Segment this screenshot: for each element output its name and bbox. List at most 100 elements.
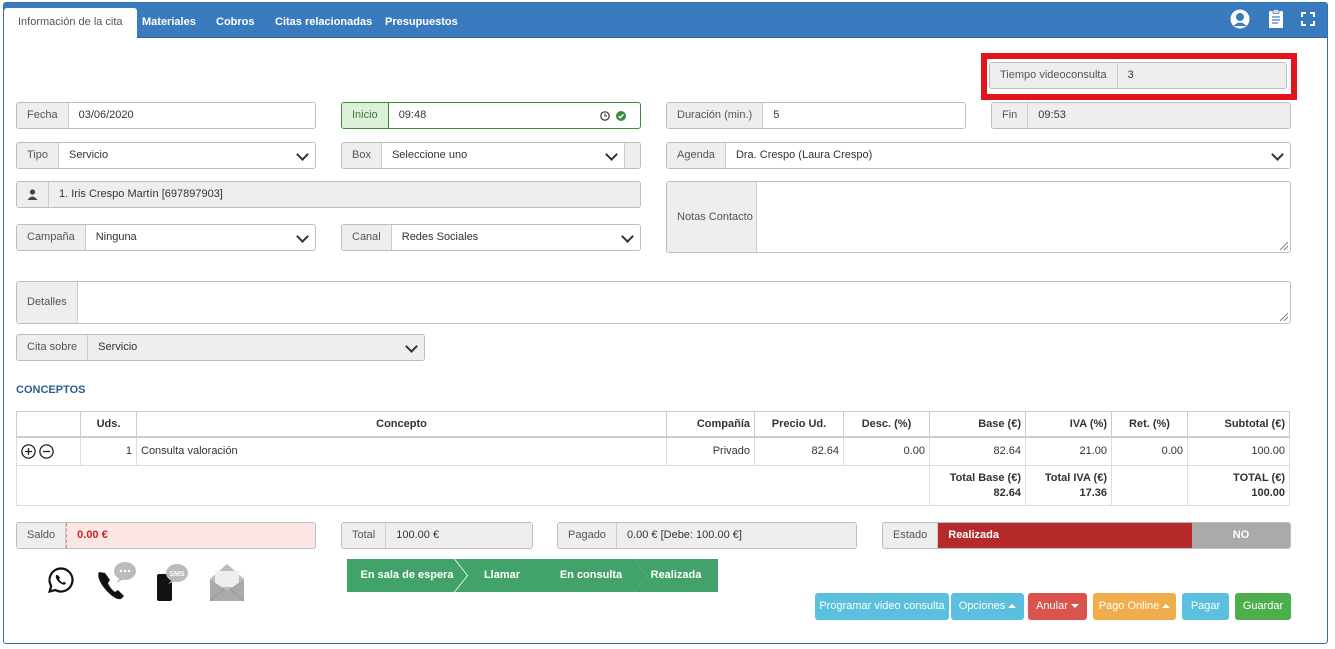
paciente-addon — [17, 182, 49, 207]
tipo-label: Tipo — [17, 143, 59, 168]
whatsapp-icon[interactable] — [47, 566, 75, 594]
anular-button[interactable]: Anular — [1028, 593, 1087, 620]
sms-icon[interactable]: SMS — [154, 562, 190, 602]
tab-materiales[interactable]: Materiales — [128, 8, 210, 38]
estado-field[interactable]: Estado Realizada NO PRESENTADO — [882, 522, 1291, 549]
pagado-field: Pagado 0.00 € [Debe: 100.00 €] — [557, 522, 857, 549]
programar-videoconsulta-button[interactable]: Programar video consulta — [815, 593, 949, 620]
saldo-value: 0.00 € — [66, 523, 315, 548]
col-concepto: Concepto — [136, 411, 667, 438]
totals-row: Total Base (€) 82.64 Total IVA (€) 17.36… — [16, 465, 1290, 506]
agenda-value[interactable]: Dra. Crespo (Laura Crespo) — [725, 143, 1290, 168]
cell-base: 82.64 — [929, 436, 1026, 466]
total-base: Total Base (€) 82.64 — [929, 465, 1026, 506]
opciones-button[interactable]: Opciones — [951, 593, 1024, 620]
fullscreen-icon[interactable] — [1300, 11, 1316, 27]
estado-label: Estado — [883, 523, 939, 548]
campana-select[interactable]: Campaña Ninguna — [16, 224, 316, 251]
col-subtotal: Subtotal (€) — [1187, 411, 1290, 438]
campana-value[interactable]: Ninguna — [85, 225, 315, 250]
col-base: Base (€) — [929, 411, 1026, 438]
total-iva: Total IVA (€) 17.36 — [1025, 465, 1112, 506]
canal-value[interactable]: Redes Sociales — [391, 225, 640, 250]
phone-call-icon[interactable] — [94, 560, 138, 602]
box-addon — [623, 143, 640, 168]
cita-sobre-value[interactable]: Servicio — [88, 335, 424, 360]
fin-value: 09:53 — [1028, 103, 1290, 128]
step-llamar[interactable]: Llamar — [455, 559, 549, 592]
saldo-field: Saldo 0.00 € — [16, 522, 316, 549]
caret-up-icon — [1162, 604, 1171, 609]
col-iva: IVA (%) — [1025, 411, 1112, 438]
tab-bar: Información de la cita Materiales Cobros… — [4, 3, 1327, 38]
cell-uds[interactable]: 1 — [80, 436, 137, 466]
duracion-input[interactable]: 5 — [763, 103, 965, 128]
pago-online-button[interactable]: Pago Online — [1093, 593, 1176, 620]
svg-text:SMS: SMS — [169, 571, 185, 578]
cell-precio[interactable]: 82.64 — [754, 436, 844, 466]
caret-up-icon — [1008, 604, 1017, 609]
add-row-icon[interactable] — [21, 444, 36, 459]
fin-field: Fin 09:53 — [991, 102, 1291, 129]
clock-icon[interactable] — [600, 111, 610, 121]
col-desc: Desc. (%) — [843, 411, 930, 438]
email-icon[interactable] — [207, 561, 247, 603]
user-avatar-icon[interactable] — [1230, 9, 1250, 29]
highlight-box — [981, 53, 1297, 100]
fecha-field[interactable]: Fecha 03/06/2020 — [16, 102, 316, 129]
pagar-button[interactable]: Pagar — [1182, 593, 1229, 620]
col-uds: Uds. — [80, 411, 137, 438]
paciente-field[interactable]: 1. Iris Crespo Martín [697897903] — [16, 181, 641, 208]
cell-subtotal: 100.00 — [1187, 436, 1290, 466]
tipo-value[interactable]: Servicio — [59, 143, 315, 168]
cell-iva[interactable]: 21.00 — [1025, 436, 1112, 466]
notas-contacto-label: Notas Contacto — [667, 182, 757, 252]
guardar-button[interactable]: Guardar — [1235, 593, 1291, 620]
conceptos-table: Uds. Concepto Compañía Precio Ud. Desc. … — [16, 411, 1290, 506]
step-sala-espera[interactable]: En sala de espera — [347, 559, 467, 592]
tab-informacion[interactable]: Información de la cita — [4, 8, 137, 38]
inicio-field[interactable]: Inicio 09:48 — [341, 102, 641, 129]
detalles-input[interactable] — [77, 282, 1290, 323]
col-ret: Ret. (%) — [1111, 411, 1188, 438]
campana-label: Campaña — [17, 225, 86, 250]
tab-citas-relacionadas[interactable]: Citas relacionadas — [261, 8, 386, 38]
remove-row-icon[interactable] — [39, 444, 54, 459]
agenda-select[interactable]: Agenda Dra. Crespo (Laura Crespo) — [666, 142, 1291, 169]
notas-contacto-input[interactable] — [757, 182, 1290, 252]
total-field: Total 100.00 € — [341, 522, 533, 549]
box-select[interactable]: Box Seleccione uno — [341, 142, 641, 169]
tipo-select[interactable]: Tipo Servicio — [16, 142, 316, 169]
check-circle-icon — [616, 111, 626, 121]
total-value: 100.00 € — [386, 523, 532, 548]
fecha-input[interactable]: 03/06/2020 — [68, 103, 315, 128]
detalles-label: Detalles — [17, 282, 78, 323]
notas-contacto-field[interactable]: Notas Contacto — [666, 181, 1291, 253]
canal-label: Canal — [342, 225, 392, 250]
total-label: Total — [342, 523, 387, 548]
detalles-field[interactable]: Detalles — [16, 281, 1291, 324]
duracion-label: Duración (min.) — [667, 103, 764, 128]
no-presentado-button[interactable]: NO PRESENTADO — [1192, 523, 1290, 548]
paciente-value[interactable]: 1. Iris Crespo Martín [697897903] — [49, 182, 640, 207]
caret-down-icon — [1070, 604, 1079, 609]
saldo-label: Saldo — [17, 523, 67, 548]
clipboard-icon[interactable] — [1266, 9, 1286, 29]
tab-cobros[interactable]: Cobros — [202, 8, 269, 38]
cell-concepto[interactable]: Consulta valoración — [136, 436, 667, 466]
duracion-field[interactable]: Duración (min.) 5 — [666, 102, 966, 129]
step-en-consulta[interactable]: En consulta — [535, 559, 647, 592]
box-value[interactable]: Seleccione uno — [381, 143, 624, 168]
conceptos-title: CONCEPTOS — [16, 384, 86, 396]
tab-presupuestos[interactable]: Presupuestos — [371, 8, 472, 38]
cell-compania[interactable]: Privado — [666, 436, 755, 466]
cell-desc[interactable]: 0.00 — [843, 436, 930, 466]
cita-sobre-select[interactable]: Cita sobre Servicio — [16, 334, 425, 361]
table-header-row: Uds. Concepto Compañía Precio Ud. Desc. … — [16, 411, 1290, 438]
table-row: 1 Consulta valoración Privado 82.64 0.00… — [16, 436, 1290, 466]
canal-select[interactable]: Canal Redes Sociales — [341, 224, 641, 251]
estado-value[interactable]: Realizada — [938, 523, 1192, 548]
pagado-value: 0.00 € [Debe: 100.00 €] — [616, 523, 856, 548]
cell-ret[interactable]: 0.00 — [1111, 436, 1188, 466]
appointment-window: Información de la cita Materiales Cobros… — [3, 2, 1328, 644]
